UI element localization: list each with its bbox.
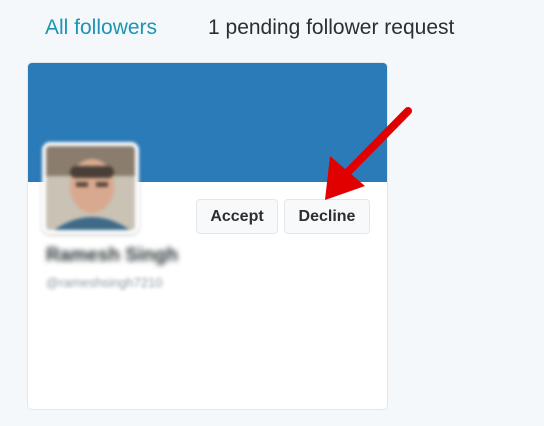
avatar[interactable] bbox=[42, 142, 139, 234]
follower-request-card: Accept Decline Ramesh Singh @rameshsingh… bbox=[27, 62, 388, 410]
follower-handle[interactable]: @rameshsingh7210 bbox=[46, 275, 163, 290]
follower-display-name[interactable]: Ramesh Singh bbox=[46, 245, 178, 267]
decline-button[interactable]: Decline bbox=[284, 199, 370, 234]
tab-all-followers[interactable]: All followers bbox=[45, 16, 157, 40]
accept-button[interactable]: Accept bbox=[196, 199, 278, 234]
avatar-image bbox=[46, 146, 135, 230]
tab-pending-requests[interactable]: 1 pending follower request bbox=[208, 16, 454, 40]
